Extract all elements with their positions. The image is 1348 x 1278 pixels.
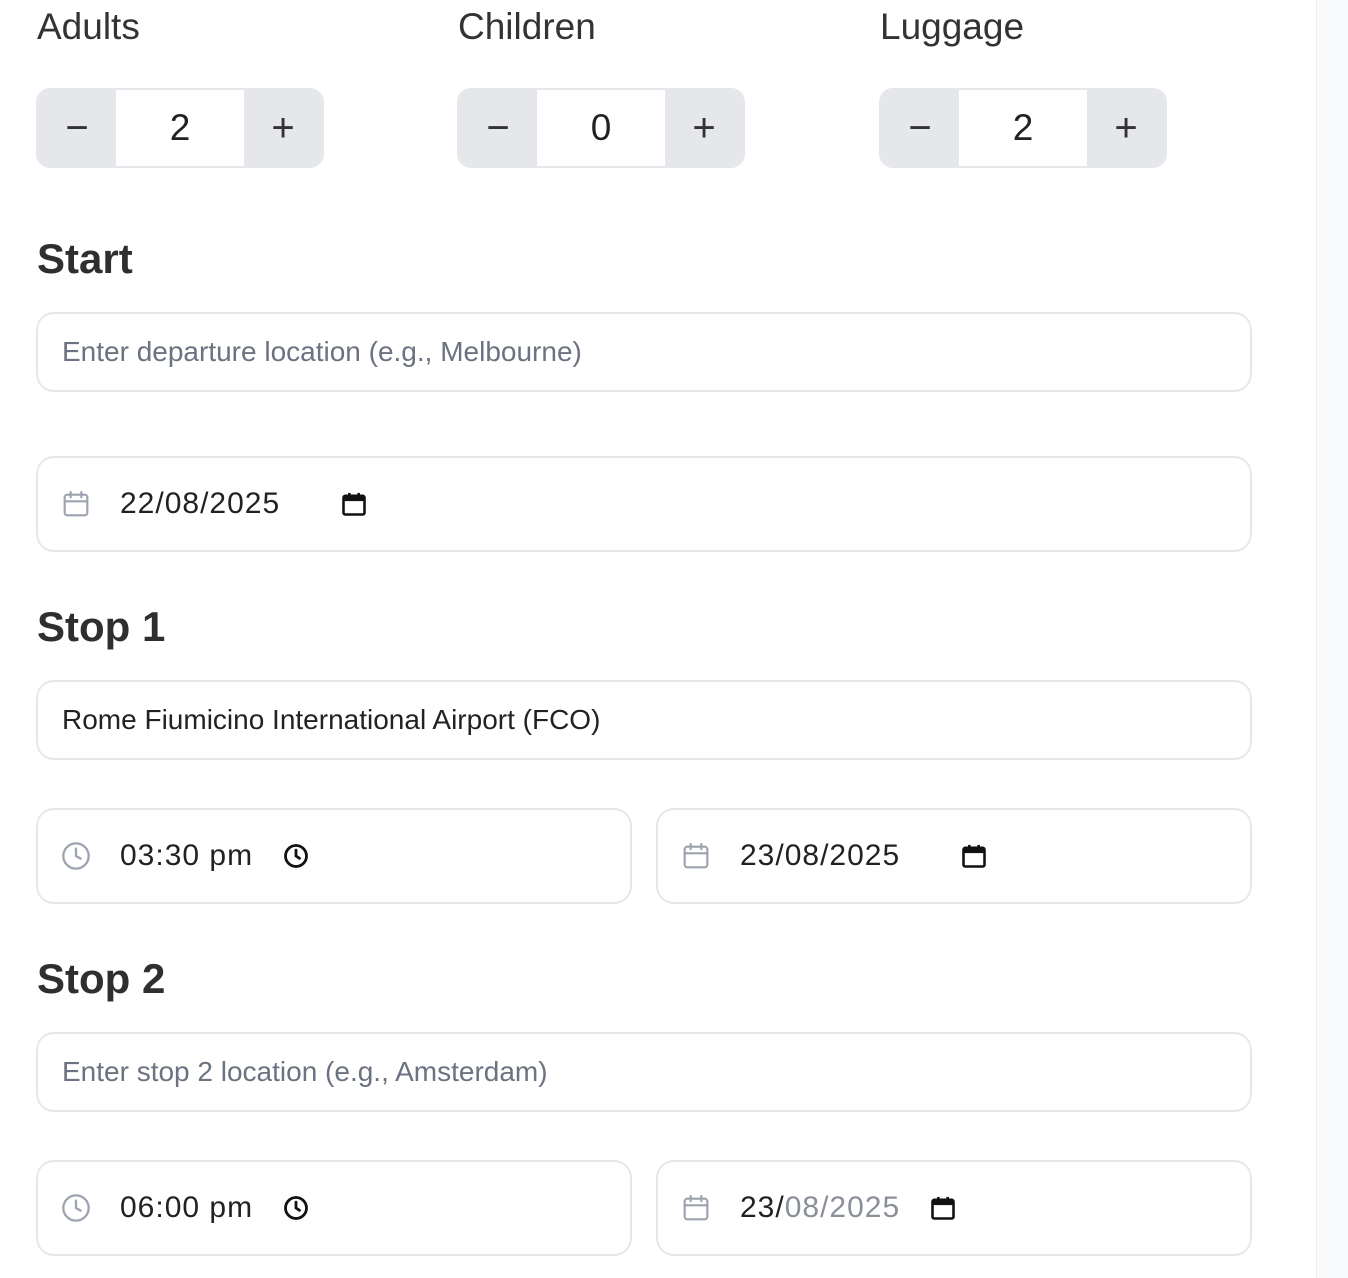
adults-label: Adults [37, 6, 140, 47]
calendar-icon [63, 490, 89, 517]
start-location-field [36, 312, 1252, 392]
children-increment-button[interactable]: + [665, 90, 743, 166]
children-decrement-button[interactable]: − [459, 90, 537, 166]
children-value[interactable]: 0 [537, 90, 665, 166]
stop1-section-title: Stop 1 [37, 603, 166, 650]
clock-picker-icon[interactable] [282, 842, 310, 870]
plus-icon: + [271, 105, 295, 150]
minus-icon: − [65, 105, 89, 150]
calendar-picker-icon[interactable] [960, 842, 988, 870]
stop1-time-value: 03:30 pm [120, 839, 254, 872]
stop1-time-field[interactable]: 03:30 pm [36, 808, 632, 904]
stop2-location-field [36, 1032, 1252, 1112]
calendar-picker-icon[interactable] [929, 1194, 957, 1222]
luggage-stepper: − 2 + [879, 88, 1167, 168]
luggage-increment-button[interactable]: + [1087, 90, 1165, 166]
stop2-time-value: 06:00 pm [120, 1191, 254, 1224]
minus-icon: − [486, 105, 510, 150]
calendar-icon [683, 1194, 709, 1221]
stop2-section-title: Stop 2 [37, 955, 166, 1002]
luggage-label: Luggage [880, 6, 1025, 47]
calendar-picker-icon[interactable] [340, 490, 368, 518]
scrollbar-track[interactable] [1316, 0, 1348, 1278]
adults-decrement-button[interactable]: − [38, 90, 116, 166]
plus-icon: + [692, 105, 716, 150]
luggage-value[interactable]: 2 [959, 90, 1087, 166]
start-location-input[interactable] [38, 314, 1250, 390]
children-stepper: − 0 + [457, 88, 745, 168]
stop1-date-value: 23/08/2025 [740, 839, 901, 872]
stop1-location-field [36, 680, 1252, 760]
start-date-value: 22/08/2025 [120, 487, 281, 520]
clock-icon [62, 1194, 90, 1222]
stop2-time-field[interactable]: 06:00 pm [36, 1160, 632, 1256]
adults-value[interactable]: 2 [116, 90, 244, 166]
stop2-date-day: 23/ [740, 1191, 785, 1224]
start-section-title: Start [37, 235, 133, 282]
minus-icon: − [908, 105, 932, 150]
stop2-date-field[interactable]: 23/08/2025 [656, 1160, 1252, 1256]
children-label: Children [458, 6, 596, 47]
adults-increment-button[interactable]: + [244, 90, 322, 166]
luggage-decrement-button[interactable]: − [881, 90, 959, 166]
stop1-date-field[interactable]: 23/08/2025 [656, 808, 1252, 904]
plus-icon: + [1114, 105, 1138, 150]
adults-stepper: − 2 + [36, 88, 324, 168]
stop2-date-rest: 08/2025 [784, 1191, 901, 1224]
clock-picker-icon[interactable] [282, 1194, 310, 1222]
stop1-location-input[interactable] [38, 682, 1250, 758]
calendar-icon [683, 842, 709, 869]
clock-icon [62, 842, 90, 870]
stop2-date-value: 23/08/2025 [740, 1191, 900, 1225]
start-date-field[interactable]: 22/08/2025 [36, 456, 1252, 552]
stop2-location-input[interactable] [38, 1034, 1250, 1110]
